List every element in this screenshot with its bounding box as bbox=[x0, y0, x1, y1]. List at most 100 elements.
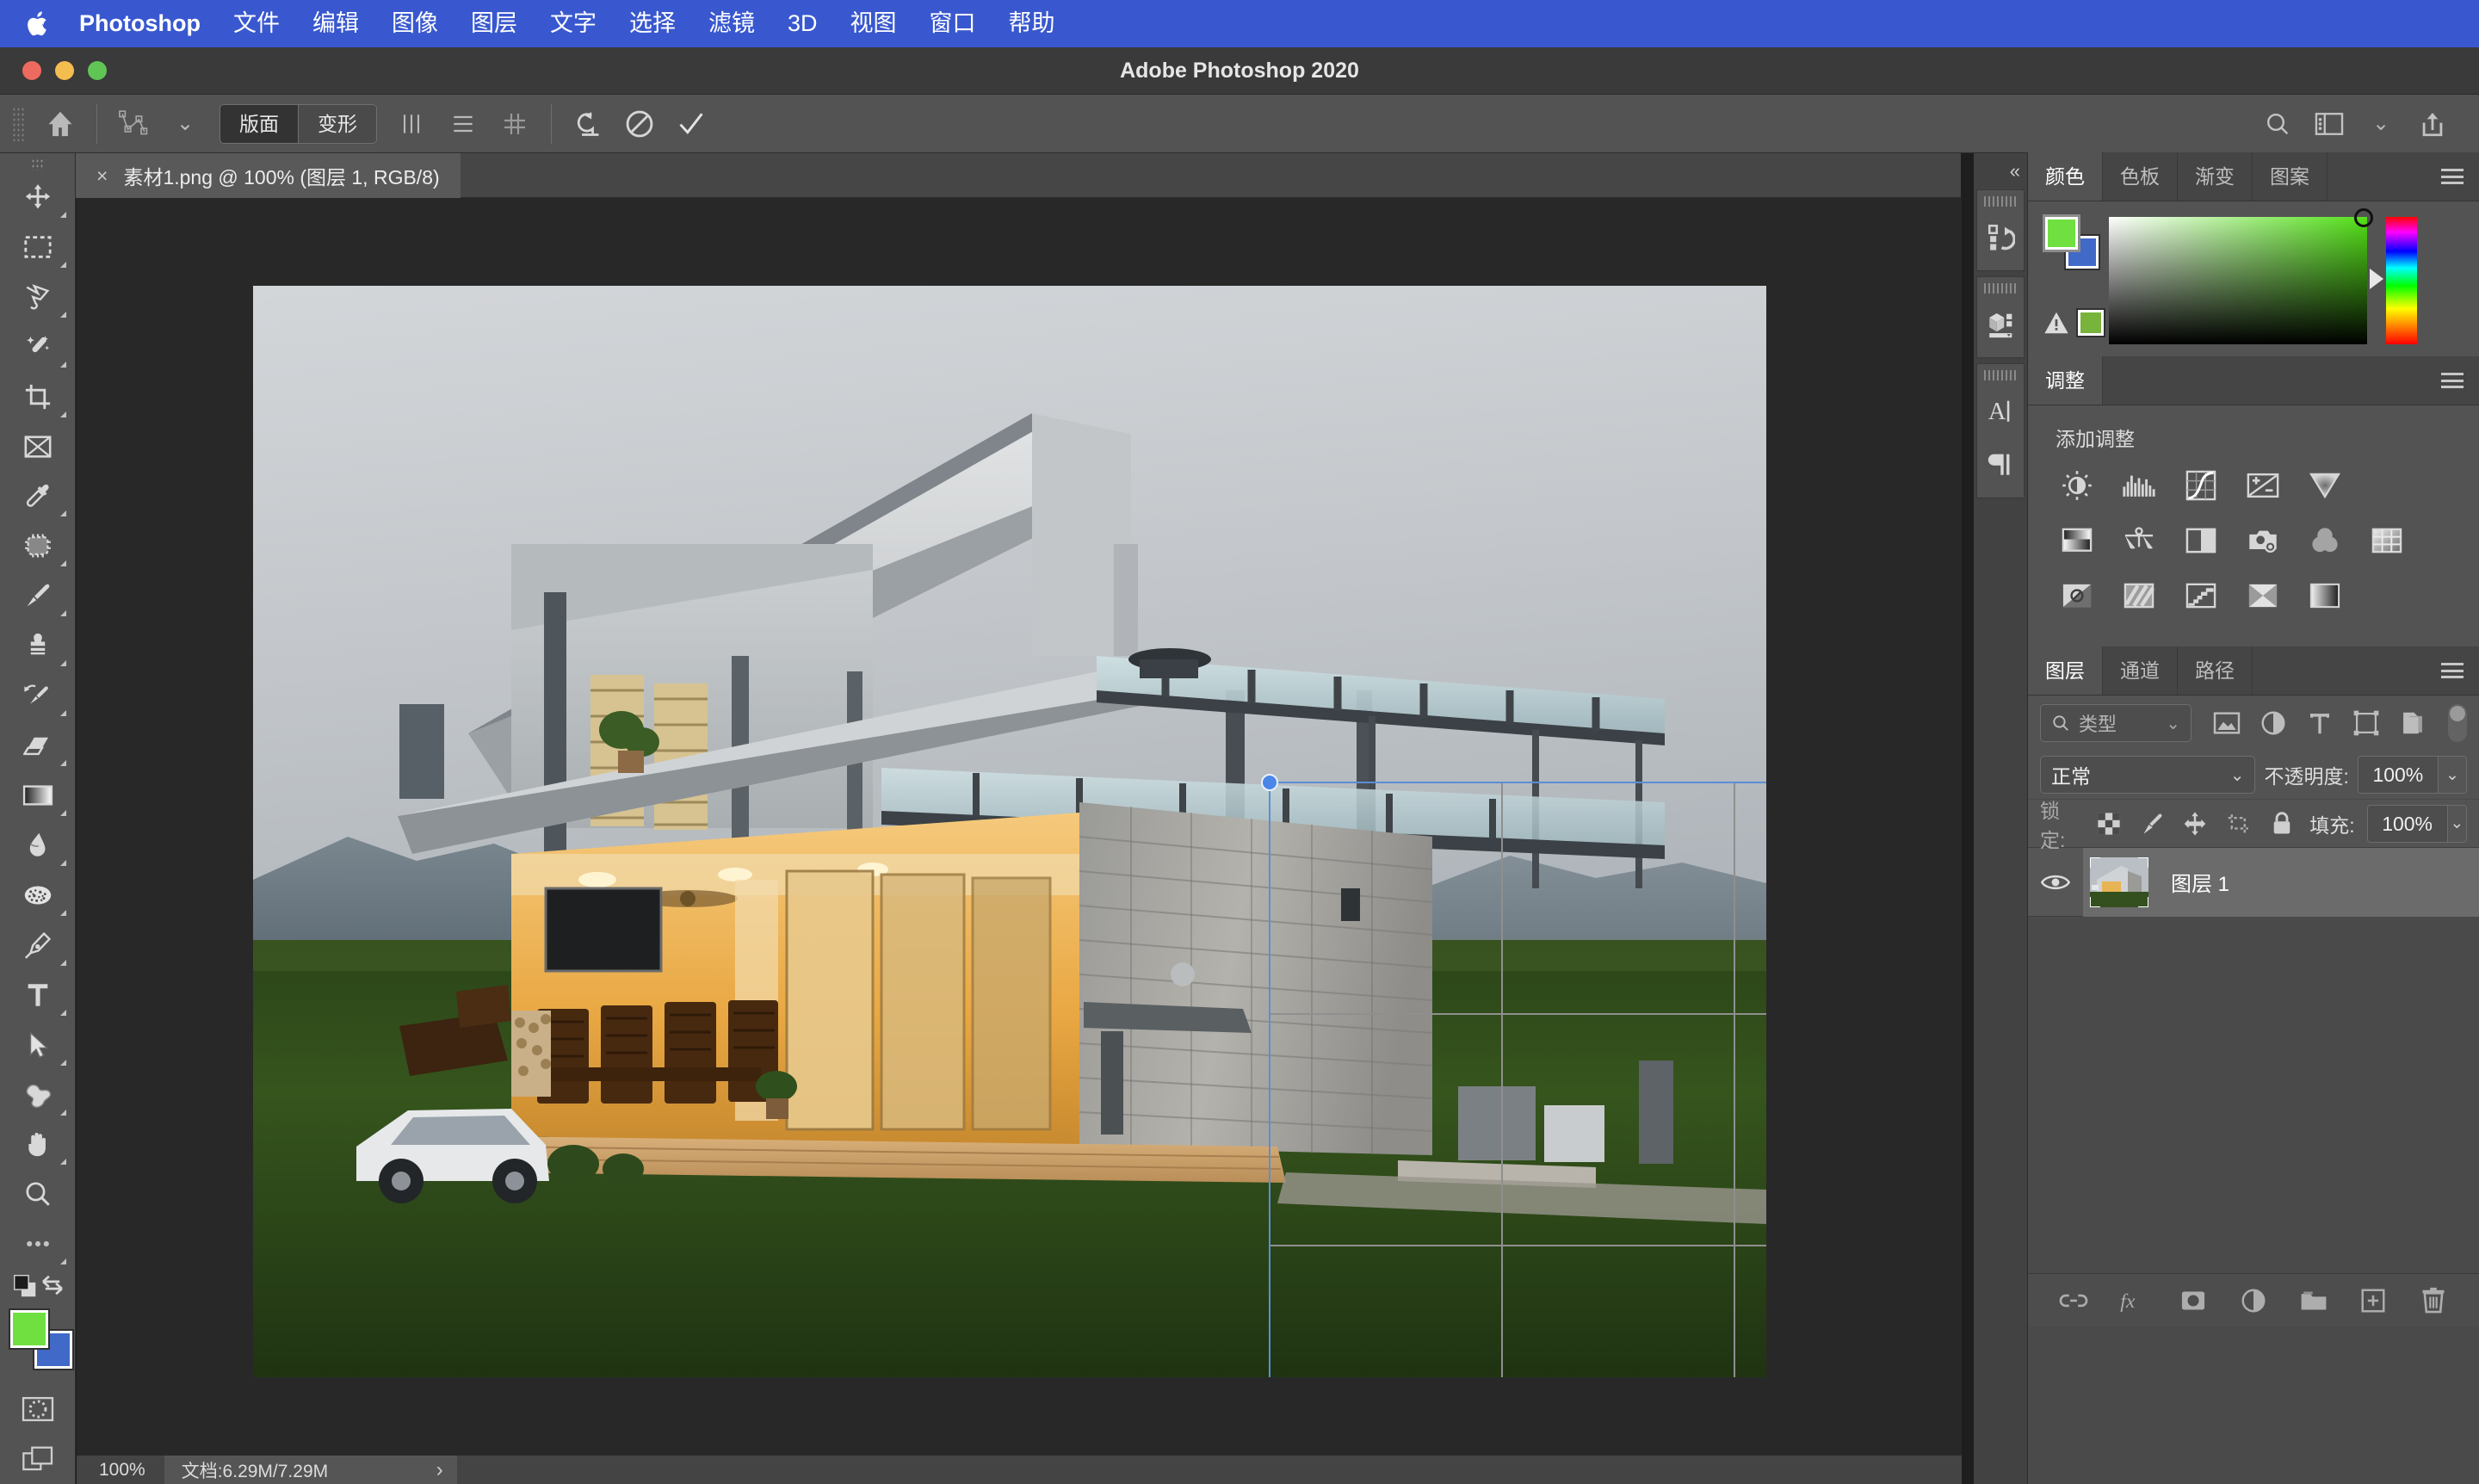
tab-adjustments[interactable]: 调整 bbox=[2028, 356, 2103, 405]
search-icon[interactable] bbox=[2252, 100, 2303, 148]
brightness-contrast-adjustment-icon[interactable] bbox=[2057, 466, 2097, 505]
zoom-level-field[interactable]: 100% bbox=[77, 1460, 164, 1481]
home-icon[interactable] bbox=[34, 100, 86, 148]
artboard[interactable] bbox=[253, 286, 1766, 1377]
tab-patterns[interactable]: 图案 bbox=[2253, 152, 2328, 201]
clone-stamp-tool[interactable] bbox=[5, 621, 71, 671]
brush-tool[interactable] bbox=[5, 571, 71, 621]
layer-visibility-toggle[interactable] bbox=[2028, 872, 2083, 893]
lock-image-icon[interactable] bbox=[2136, 807, 2167, 841]
swap-colors-icon[interactable] bbox=[40, 1274, 65, 1296]
blur-tool[interactable] bbox=[5, 820, 71, 870]
opacity-field[interactable]: 100% ⌄ bbox=[2357, 756, 2467, 794]
menu-item-image[interactable]: 图像 bbox=[375, 0, 454, 47]
menu-item-view[interactable]: 视图 bbox=[834, 0, 913, 47]
move-tool[interactable] bbox=[5, 172, 71, 222]
gradient-map-adjustment-icon[interactable] bbox=[2305, 576, 2345, 615]
rail-grip[interactable] bbox=[1984, 195, 2017, 208]
layer-style-button[interactable]: fx bbox=[2111, 1278, 2156, 1323]
pen-tool[interactable] bbox=[5, 920, 71, 970]
color-lookup-adjustment-icon[interactable] bbox=[2367, 521, 2407, 560]
dodge-tool[interactable] bbox=[5, 870, 71, 920]
gamut-substitute-swatch[interactable] bbox=[2076, 308, 2105, 337]
history-brush-tool[interactable] bbox=[5, 671, 71, 720]
color-field-marker[interactable] bbox=[2354, 208, 2373, 227]
document-info[interactable]: 文档:6.29M/7.29M › bbox=[164, 1455, 457, 1484]
fill-chevron-icon[interactable]: ⌄ bbox=[2446, 805, 2467, 842]
split-vertical-icon[interactable] bbox=[386, 100, 437, 148]
menu-item-file[interactable]: 文件 bbox=[217, 0, 296, 47]
chevron-down-icon[interactable]: ⌄ bbox=[2166, 713, 2180, 734]
layer-name[interactable]: 图层 1 bbox=[2171, 867, 2229, 897]
options-bar-grip[interactable] bbox=[12, 106, 26, 141]
tab-swatches[interactable]: 色板 bbox=[2103, 152, 2178, 201]
filter-enable-toggle[interactable] bbox=[2448, 704, 2467, 742]
menu-item-type[interactable]: 文字 bbox=[534, 0, 613, 47]
new-adjustment-button[interactable] bbox=[2231, 1278, 2276, 1323]
warp-preset-chevron-icon[interactable]: ⌄ bbox=[159, 100, 211, 148]
layer-selected-content[interactable]: 图层 1 bbox=[2083, 847, 2479, 917]
menu-item-edit[interactable]: 编辑 bbox=[296, 0, 375, 47]
panel-menu-icon[interactable] bbox=[2426, 152, 2479, 201]
character-panel-icon[interactable]: A bbox=[1977, 384, 2024, 437]
lock-artboard-icon[interactable] bbox=[2223, 807, 2254, 841]
marquee-tool[interactable] bbox=[5, 222, 71, 272]
color-foreground-swatch[interactable] bbox=[2043, 214, 2080, 252]
hue-slider-marker[interactable] bbox=[2370, 269, 2383, 289]
hue-slider[interactable] bbox=[2370, 217, 2417, 344]
layer-list[interactable]: 图层 1 bbox=[2028, 847, 2479, 1484]
photo-filter-adjustment-icon[interactable] bbox=[2243, 521, 2283, 560]
warp-mesh-icon[interactable] bbox=[108, 100, 159, 148]
exposure-adjustment-icon[interactable] bbox=[2243, 466, 2283, 505]
tab-layers[interactable]: 图层 bbox=[2028, 646, 2103, 695]
close-icon[interactable]: × bbox=[96, 164, 108, 188]
menu-item-3d[interactable]: 3D bbox=[771, 0, 834, 47]
layer-thumbnail[interactable] bbox=[2090, 856, 2148, 907]
link-layers-button[interactable] bbox=[2051, 1278, 2096, 1323]
more-tools-icon[interactable] bbox=[5, 1219, 71, 1269]
new-group-button[interactable] bbox=[2291, 1278, 2336, 1323]
menu-item-photoshop[interactable]: Photoshop bbox=[76, 0, 217, 47]
vibrance-adjustment-icon[interactable] bbox=[2305, 466, 2345, 505]
frame-tool[interactable] bbox=[5, 422, 71, 472]
commit-check-icon[interactable] bbox=[665, 100, 717, 148]
opacity-value[interactable]: 100% bbox=[2358, 757, 2438, 793]
fill-field[interactable]: 100% ⌄ bbox=[2366, 804, 2468, 843]
patch-tool[interactable] bbox=[5, 521, 71, 571]
share-icon[interactable] bbox=[2407, 100, 2458, 148]
chevron-down-icon[interactable]: ⌄ bbox=[2355, 100, 2407, 148]
fill-value[interactable]: 100% bbox=[2367, 805, 2447, 842]
eraser-tool[interactable] bbox=[5, 720, 71, 770]
filter-adjustment-icon[interactable] bbox=[2253, 703, 2293, 743]
selective-color-adjustment-icon[interactable] bbox=[2243, 576, 2283, 615]
menu-item-layer[interactable]: 图层 bbox=[454, 0, 534, 47]
path-select-tool[interactable] bbox=[5, 1020, 71, 1070]
rail-grip[interactable] bbox=[1984, 368, 2017, 382]
libraries-panel-icon[interactable] bbox=[1977, 297, 2024, 350]
layer-row[interactable]: 图层 1 bbox=[2028, 847, 2479, 917]
history-panel-icon[interactable] bbox=[1977, 210, 2024, 263]
posterize-adjustment-icon[interactable] bbox=[2119, 576, 2159, 615]
eyedropper-tool[interactable] bbox=[5, 472, 71, 522]
quick-mask-icon[interactable] bbox=[5, 1384, 71, 1434]
threshold-adjustment-icon[interactable] bbox=[2181, 576, 2221, 615]
menu-item-help[interactable]: 帮助 bbox=[992, 0, 1072, 47]
collapse-panels-icon[interactable]: « bbox=[1974, 153, 2027, 189]
segment-warp[interactable]: 变形 bbox=[298, 104, 376, 143]
opacity-chevron-icon[interactable]: ⌄ bbox=[2437, 757, 2466, 793]
filter-type-icon[interactable] bbox=[2300, 703, 2340, 743]
add-mask-button[interactable] bbox=[2171, 1278, 2216, 1323]
tab-channels[interactable]: 通道 bbox=[2103, 646, 2178, 695]
grid-3x3-icon[interactable] bbox=[489, 100, 541, 148]
tab-color[interactable]: 颜色 bbox=[2028, 152, 2103, 201]
screen-mode-icon[interactable] bbox=[5, 1434, 71, 1484]
gamut-warning-group[interactable] bbox=[2043, 308, 2105, 337]
tools-panel-grip[interactable] bbox=[30, 158, 45, 170]
menu-item-filter[interactable]: 滤镜 bbox=[692, 0, 771, 47]
menu-item-window[interactable]: 窗口 bbox=[913, 0, 992, 47]
document-tab[interactable]: × 素材1.png @ 100% (图层 1, RGB/8) bbox=[76, 153, 461, 198]
invert-adjustment-icon[interactable] bbox=[2057, 576, 2097, 615]
channel-mixer-adjustment-icon[interactable] bbox=[2305, 521, 2345, 560]
shape-tool[interactable] bbox=[5, 1070, 71, 1120]
magic-wand-tool[interactable] bbox=[5, 322, 71, 372]
